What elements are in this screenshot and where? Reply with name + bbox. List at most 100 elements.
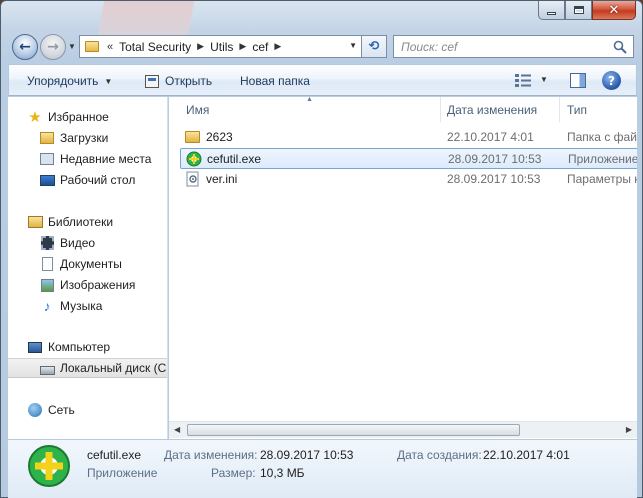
file-type: Папка с файлами	[567, 130, 637, 144]
nav-downloads[interactable]: Загрузки	[8, 128, 167, 148]
file-date: 28.09.2017 10:53	[447, 172, 541, 186]
navigation-pane: ★ Избранное Загрузки Недавние места Рабо…	[8, 97, 168, 439]
breadcrumb-separator-icon[interactable]: ▶	[239, 41, 246, 52]
views-icon[interactable]	[515, 74, 531, 87]
column-label: Тип	[567, 102, 588, 117]
breadcrumb-total-security[interactable]: Total Security	[119, 40, 191, 54]
nav-label: Видео	[60, 236, 96, 250]
address-bar[interactable]: « Total Security ▶ Utils ▶ cef ▶ ▼	[79, 35, 362, 58]
details-modified-value: 28.09.2017 10:53	[260, 448, 354, 462]
file-list: ▲ Имя Дата изменения Тип 2623 22.10.2017…	[169, 97, 637, 439]
config-file-icon	[186, 171, 199, 187]
refresh-button[interactable]: ⟲	[362, 35, 387, 58]
search-icon[interactable]	[613, 40, 627, 54]
file-row-cefutil-exe[interactable]: cefutil.exe 28.09.2017 10:53 Приложение	[180, 148, 637, 169]
column-header-type[interactable]: Тип	[567, 97, 587, 122]
file-date: 28.09.2017 10:53	[448, 152, 542, 166]
scroll-right-icon[interactable]: ▶	[626, 425, 632, 434]
file-row-ver-ini[interactable]: ver.ini 28.09.2017 10:53 Параметры конфи…	[180, 169, 637, 190]
star-icon: ★	[28, 109, 42, 126]
open-button[interactable]: Открыть	[145, 74, 212, 88]
music-icon: ♪	[43, 298, 51, 314]
address-dropdown-icon[interactable]: ▼	[349, 41, 357, 50]
nav-computer[interactable]: Компьютер	[8, 337, 167, 357]
file-name: ver.ini	[206, 172, 238, 186]
nav-label: Изображения	[60, 278, 136, 292]
minimize-button[interactable]	[538, 1, 565, 20]
explorer-window: ✕ ← → ▼ « Total Security ▶ Utils ▶ cef ▶…	[0, 0, 643, 498]
details-modified-label: Дата изменения:	[164, 448, 258, 462]
nav-label: Рабочий стол	[60, 173, 136, 187]
documents-icon	[39, 256, 55, 272]
help-icon[interactable]: ?	[602, 71, 621, 90]
column-divider[interactable]	[440, 97, 441, 122]
column-header-name[interactable]: Имя	[186, 97, 209, 122]
details-created-label: Дата создания:	[397, 448, 482, 462]
app-icon	[186, 151, 202, 167]
nav-label: Музыка	[60, 299, 103, 313]
open-label: Открыть	[165, 74, 213, 88]
nav-label: Сеть	[48, 403, 75, 417]
nav-images[interactable]: Изображения	[8, 275, 167, 295]
breadcrumb-overflow[interactable]: «	[107, 41, 113, 53]
file-type: Приложение	[568, 152, 637, 166]
breadcrumb-utils[interactable]: Utils	[210, 40, 233, 54]
command-bar: Упорядочить ▼ Открыть Новая папка ▼ ?	[8, 64, 637, 96]
scroll-left-icon[interactable]: ◀	[174, 425, 180, 434]
back-arrow-icon: ←	[19, 39, 31, 55]
breadcrumb-cef[interactable]: cef	[252, 40, 268, 54]
video-icon	[39, 235, 55, 251]
images-icon	[39, 277, 55, 293]
search-input[interactable]: Поиск: cef	[393, 35, 634, 58]
preview-pane-icon[interactable]	[570, 73, 586, 88]
minimize-icon	[547, 11, 556, 15]
column-label: Дата изменения	[447, 102, 538, 117]
nav-video[interactable]: Видео	[8, 233, 167, 253]
scrollbar-thumb[interactable]	[187, 424, 520, 436]
organize-button[interactable]: Упорядочить ▼	[27, 74, 112, 88]
open-icon	[145, 74, 159, 88]
details-file-name: cefutil.exe	[87, 448, 142, 462]
details-file-kind: Приложение	[87, 466, 158, 480]
folder-icon	[185, 129, 201, 145]
refresh-icon: ⟲	[368, 39, 380, 54]
folder-icon	[85, 41, 99, 52]
column-header-date[interactable]: Дата изменения	[447, 97, 537, 122]
nav-favorites[interactable]: ★ Избранное	[8, 107, 167, 127]
chevron-down-icon: ▼	[104, 76, 113, 86]
nav-documents[interactable]: Документы	[8, 254, 167, 274]
local-disk-icon	[39, 360, 55, 376]
views-dropdown-icon[interactable]: ▼	[540, 75, 548, 84]
close-button[interactable]: ✕	[592, 1, 636, 20]
details-size-label: Размер:	[211, 466, 256, 480]
maximize-icon	[573, 6, 584, 14]
nav-label: Библиотеки	[48, 215, 114, 229]
recent-pages-dropdown[interactable]: ▼	[68, 42, 76, 51]
nav-label: Недавние места	[60, 152, 152, 166]
new-folder-label: Новая папка	[240, 74, 310, 88]
desktop-icon	[39, 172, 55, 188]
nav-desktop[interactable]: Рабочий стол	[8, 170, 167, 190]
breadcrumb-separator-icon[interactable]: ▶	[274, 41, 281, 52]
file-row-2623[interactable]: 2623 22.10.2017 4:01 Папка с файлами	[180, 127, 637, 148]
new-folder-button[interactable]: Новая папка	[240, 74, 310, 88]
computer-icon	[27, 339, 43, 355]
nav-local-disk-c[interactable]: Локальный диск (C	[8, 358, 167, 378]
forward-button[interactable]: →	[40, 34, 66, 60]
nav-recent-places[interactable]: Недавние места	[8, 149, 167, 169]
nav-label: Локальный диск (C	[60, 361, 167, 375]
column-divider[interactable]	[559, 97, 560, 122]
nav-label: Документы	[60, 257, 122, 271]
nav-libraries[interactable]: Библиотеки	[8, 212, 167, 232]
horizontal-scrollbar[interactable]: ◀ ▶	[169, 421, 637, 438]
sort-ascending-icon: ▲	[306, 97, 313, 103]
column-label: Имя	[186, 102, 210, 117]
nav-network[interactable]: Сеть	[8, 400, 167, 420]
maximize-button[interactable]	[565, 1, 592, 20]
back-button[interactable]: ←	[12, 34, 38, 60]
nav-music[interactable]: ♪ Музыка	[8, 296, 167, 316]
breadcrumb-separator-icon[interactable]: ▶	[197, 41, 204, 52]
details-pane: cefutil.exe Приложение Дата изменения: 2…	[8, 439, 637, 498]
network-icon	[27, 402, 43, 418]
file-name: 2623	[206, 130, 233, 144]
